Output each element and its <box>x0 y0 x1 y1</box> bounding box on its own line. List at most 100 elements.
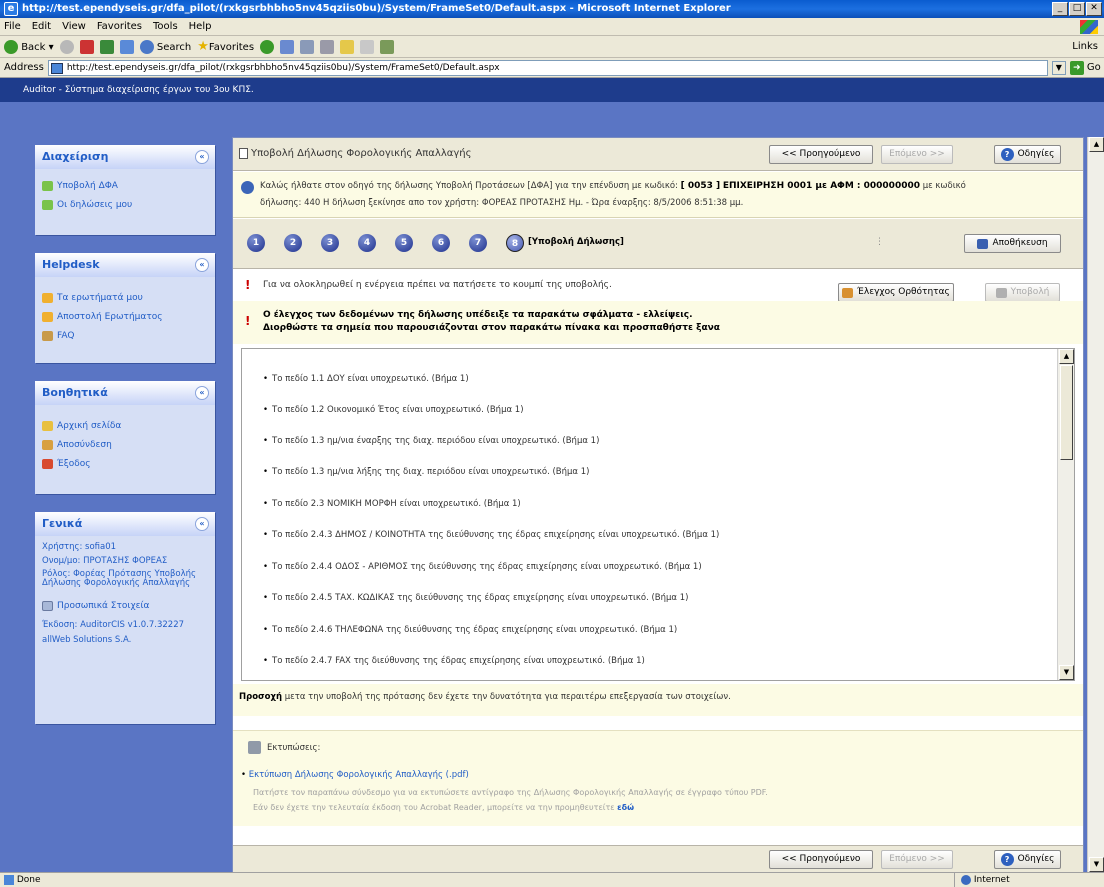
history-icon[interactable] <box>280 39 295 54</box>
menu-view[interactable]: View <box>62 21 86 32</box>
download-here-link[interactable]: εδώ <box>617 803 634 812</box>
address-input[interactable]: http://test.ependyseis.gr/dfa_pilot/(rxk… <box>47 59 1048 76</box>
sidebar-item-send-question[interactable]: Αποστολή Ερωτήματος <box>42 307 208 326</box>
close-icon[interactable]: ✕ <box>1086 2 1102 16</box>
maximize-icon[interactable]: □ <box>1069 2 1085 16</box>
panel-header-aux[interactable]: Βοηθητικά « <box>35 381 215 405</box>
sidebar-item-my-declarations[interactable]: Οι δηλώσεις μου <box>42 195 208 214</box>
next-button-bottom[interactable]: Επόμενο >> <box>881 850 953 869</box>
profile-icon <box>42 600 53 611</box>
sidebar-item-my-questions[interactable]: Τα ερωτήματά μου <box>42 288 208 307</box>
next-button[interactable]: Επόμενο >> <box>881 145 953 164</box>
prev-button[interactable]: << Προηγούμενο <box>769 145 873 164</box>
collapse-icon[interactable]: « <box>195 258 209 272</box>
status-bar: Done Internet <box>0 872 1104 887</box>
warning-icon: ! <box>245 278 251 292</box>
step-7[interactable]: 7 <box>469 234 487 252</box>
menu-edit[interactable]: Edit <box>32 21 51 32</box>
prints-section: Εκτυπώσεις: • Εκτύπωση Δήλωσης Φορολογικ… <box>233 730 1083 826</box>
list-item: Το πεδίο 2.4.5 ΤΑΧ. ΚΩΔΙΚΑΣ της διεύθυνσ… <box>263 593 688 603</box>
step-3[interactable]: 3 <box>321 234 339 252</box>
save-button[interactable]: Αποθήκευση <box>964 234 1061 253</box>
print-pdf-link[interactable]: Εκτύπωση Δήλωσης Φορολογικής Απαλλαγής (… <box>249 770 469 780</box>
question-folder-icon <box>42 311 53 322</box>
panel-header-admin[interactable]: Διαχείριση « <box>35 145 215 169</box>
links-label[interactable]: Links <box>1072 41 1098 52</box>
step-2[interactable]: 2 <box>284 234 302 252</box>
warning-note: Προσοχή μετα την υποβολή της πρότασης δε… <box>233 684 1083 716</box>
panel-header-general[interactable]: Γενικά « <box>35 512 215 536</box>
page-icon <box>4 874 14 885</box>
menu-tools[interactable]: Tools <box>153 21 178 32</box>
list-item: Το πεδίο 2.4.4 ΟΔΟΣ - ΑΡΙΘΜΟΣ της διεύθυ… <box>263 562 702 572</box>
media-icon[interactable] <box>260 39 275 54</box>
scroll-up-icon[interactable]: ▲ <box>1089 137 1104 152</box>
printer-icon <box>248 741 261 754</box>
document-icon <box>239 148 248 159</box>
welcome-message: Καλώς ήλθατε στον οδηγό της δήλωσης Υποβ… <box>233 172 1083 218</box>
step-6[interactable]: 6 <box>432 234 450 252</box>
go-button[interactable]: ➜ Go <box>1069 60 1101 75</box>
list-item: Το πεδίο 2.4.3 ΔΗΜΟΣ / ΚΟΙΝΟΤΗΤΑ της διε… <box>263 530 719 540</box>
step-1[interactable]: 1 <box>247 234 265 252</box>
panel-header-helpdesk[interactable]: Helpdesk « <box>35 253 215 277</box>
menu-file[interactable]: File <box>4 21 21 32</box>
step-8[interactable]: 8 <box>506 234 524 252</box>
personal-data-link[interactable]: Προσωπικά Στοιχεία <box>42 596 208 615</box>
print-icon[interactable] <box>320 39 335 54</box>
search-icon <box>139 39 154 54</box>
messenger-icon[interactable] <box>380 39 395 54</box>
favorites-button[interactable]: ★Favorites <box>197 39 254 54</box>
browser-toolbar: Back ▾ Search ★Favorites Links <box>0 36 1104 58</box>
stop-icon[interactable] <box>79 39 94 54</box>
home-icon <box>42 420 53 431</box>
forward-arrow-icon[interactable] <box>59 39 74 54</box>
collapse-icon[interactable]: « <box>195 517 209 531</box>
sidebar-item-exit[interactable]: Έξοδος <box>42 454 208 473</box>
sidebar-item-faq[interactable]: FAQ <box>42 326 208 345</box>
menu-help[interactable]: Help <box>189 21 212 32</box>
folder-icon <box>42 180 53 191</box>
zone-indicator: Internet <box>954 873 1074 887</box>
check-button[interactable]: Έλεγχος Ορθότητας <box>838 283 954 302</box>
page-scrollbar[interactable]: ▲ ▼ <box>1087 137 1104 872</box>
submit-button[interactable]: Υποβολή <box>985 283 1060 302</box>
general-panel: Γενικά « Χρήστης: sofia01 Ονομ/μο: ΠΡΟΤΑΣ… <box>35 512 215 724</box>
home-icon[interactable] <box>119 39 134 54</box>
menu-favorites[interactable]: Favorites <box>97 21 142 32</box>
scroll-thumb[interactable] <box>1060 365 1073 460</box>
address-dropdown-icon[interactable]: ▼ <box>1051 60 1066 75</box>
search-button[interactable]: Search <box>139 39 191 54</box>
list-item: Το πεδίο 2.4.7 FAX της διεύθυνσης της έδ… <box>263 656 645 666</box>
prev-button-bottom[interactable]: << Προηγούμενο <box>769 850 873 869</box>
sidebar-item-home[interactable]: Αρχική σελίδα <box>42 416 208 435</box>
scroll-down-icon[interactable]: ▼ <box>1059 665 1074 680</box>
helpdesk-panel: Helpdesk « Τα ερωτήματά μου Αποστολή Ερωτ… <box>35 253 215 363</box>
print-pdf-item: • Εκτύπωση Δήλωσης Φορολογικής Απαλλαγής… <box>241 770 469 780</box>
scroll-up-icon[interactable]: ▲ <box>1059 349 1074 364</box>
app-header: Auditor - Σύστημα διαχείρισης έργων του … <box>0 78 1104 102</box>
folder-icon[interactable] <box>340 39 355 54</box>
collapse-icon[interactable]: « <box>195 386 209 400</box>
wizard-title: Υποβολή Δήλωσης Φορολογικής Απαλλαγής <box>239 148 471 159</box>
mail-icon[interactable] <box>300 39 315 54</box>
step-4[interactable]: 4 <box>358 234 376 252</box>
step-5[interactable]: 5 <box>395 234 413 252</box>
sidebar-item-logout[interactable]: Αποσύνδεση <box>42 435 208 454</box>
minimize-icon[interactable]: _ <box>1052 2 1068 16</box>
error-list-scrollbar[interactable]: ▲ ▼ <box>1057 349 1074 680</box>
collapse-icon[interactable]: « <box>195 150 209 164</box>
list-item: Το πεδίο 2.4.6 ΤΗΛΕΦΩΝΑ της διεύθυνσης τ… <box>263 625 677 635</box>
back-button[interactable]: Back ▾ <box>4 39 54 54</box>
error-summary: ! Ο έλεγχος των δεδομένων της δήλωσης υπ… <box>233 301 1083 344</box>
discuss-icon[interactable] <box>360 39 375 54</box>
sidebar: Διαχείριση « Υποβολή ΔΦΑ Οι δηλώσεις μου … <box>35 145 215 742</box>
refresh-icon[interactable] <box>99 39 114 54</box>
status-text: Done <box>4 873 41 887</box>
scroll-down-icon[interactable]: ▼ <box>1089 857 1104 872</box>
help-button-bottom[interactable]: ? Οδηγίες <box>994 850 1061 869</box>
name-info: Ονομ/μο: ΠΡΟΤΑΣΗΣ ΦΟΡΕΑΣ <box>42 556 168 566</box>
sidebar-item-submit-dfa[interactable]: Υποβολή ΔΦΑ <box>42 176 208 195</box>
main-frame: Υποβολή Δήλωσης Φορολογικής Απαλλαγής <<… <box>232 137 1084 872</box>
help-button[interactable]: ? Οδηγίες <box>994 145 1061 164</box>
